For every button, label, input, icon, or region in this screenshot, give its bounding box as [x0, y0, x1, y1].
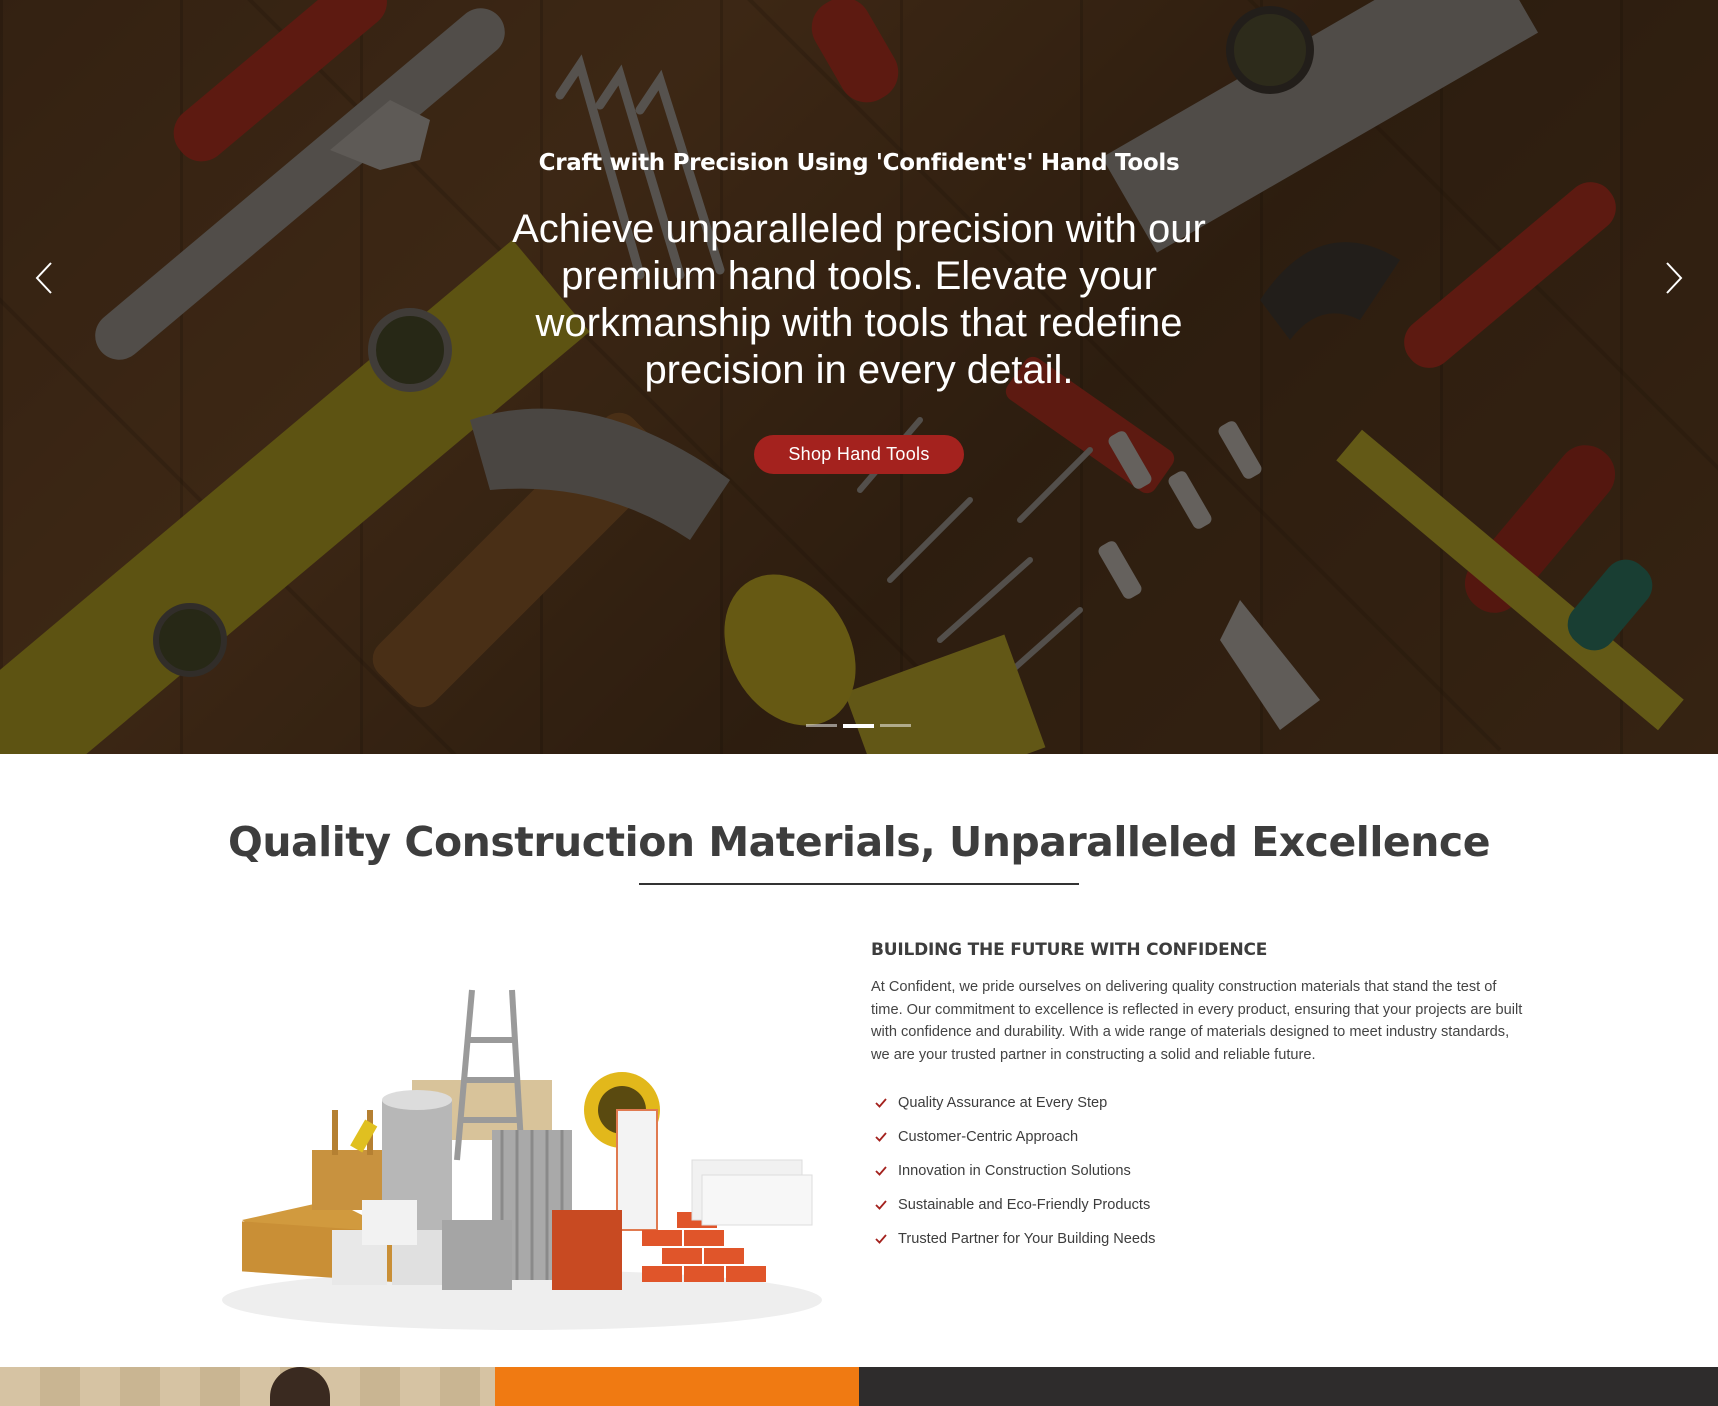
preview-dark-panel — [859, 1367, 1718, 1406]
checkmark-icon — [871, 1166, 891, 1176]
checkmark-icon — [871, 1098, 891, 1108]
chevron-left-icon — [35, 262, 52, 294]
hero-carousel: Craft with Precision Using 'Confident's'… — [0, 0, 1718, 754]
construction-materials-image — [222, 989, 822, 1330]
checkmark-icon — [871, 1234, 891, 1244]
about-text: At Confident, we pride ourselves on deli… — [871, 979, 1523, 1063]
preview-orange-panel — [495, 1367, 859, 1406]
feature-label: Innovation in Construction Solutions — [898, 1163, 1131, 1179]
list-item: Trusted Partner for Your Building Needs — [871, 1222, 1531, 1256]
about-heading: BUILDING THE FUTURE WITH CONFIDENCE — [871, 940, 1268, 960]
list-item: Innovation in Construction Solutions — [871, 1154, 1531, 1188]
hero-slide: Craft with Precision Using 'Confident's'… — [0, 0, 1718, 754]
preview-image-panel — [0, 1367, 495, 1406]
title-divider — [639, 883, 1079, 885]
hero-subtitle: Craft with Precision Using 'Confident's'… — [538, 150, 1180, 176]
next-section-preview — [0, 1367, 1718, 1406]
carousel-prev-button[interactable] — [24, 258, 64, 298]
feature-label: Quality Assurance at Every Step — [898, 1095, 1108, 1111]
hero-heading: Achieve unparalleled precision with our … — [512, 207, 1206, 392]
carousel-indicator-1[interactable] — [806, 724, 837, 727]
features-list: Quality Assurance at Every Step Customer… — [871, 1086, 1531, 1256]
carousel-indicators — [806, 724, 911, 728]
checkmark-icon — [871, 1200, 891, 1210]
feature-label: Sustainable and Eco-Friendly Products — [898, 1197, 1151, 1213]
carousel-indicator-3[interactable] — [880, 724, 911, 727]
feature-label: Trusted Partner for Your Building Needs — [898, 1231, 1156, 1247]
chevron-right-icon — [1666, 262, 1683, 294]
carousel-next-button[interactable] — [1654, 258, 1694, 298]
list-item: Customer-Centric Approach — [871, 1120, 1531, 1154]
section-title: Quality Construction Materials, Unparall… — [227, 818, 1491, 866]
about-content: BUILDING THE FUTURE WITH CONFIDENCE At C… — [871, 940, 1531, 1256]
carousel-indicator-2[interactable] — [843, 724, 874, 728]
shop-hand-tools-button[interactable]: Shop Hand Tools — [754, 435, 964, 474]
list-item: Sustainable and Eco-Friendly Products — [871, 1188, 1531, 1222]
checkmark-icon — [871, 1132, 891, 1142]
feature-label: Customer-Centric Approach — [898, 1129, 1079, 1145]
list-item: Quality Assurance at Every Step — [871, 1086, 1531, 1120]
